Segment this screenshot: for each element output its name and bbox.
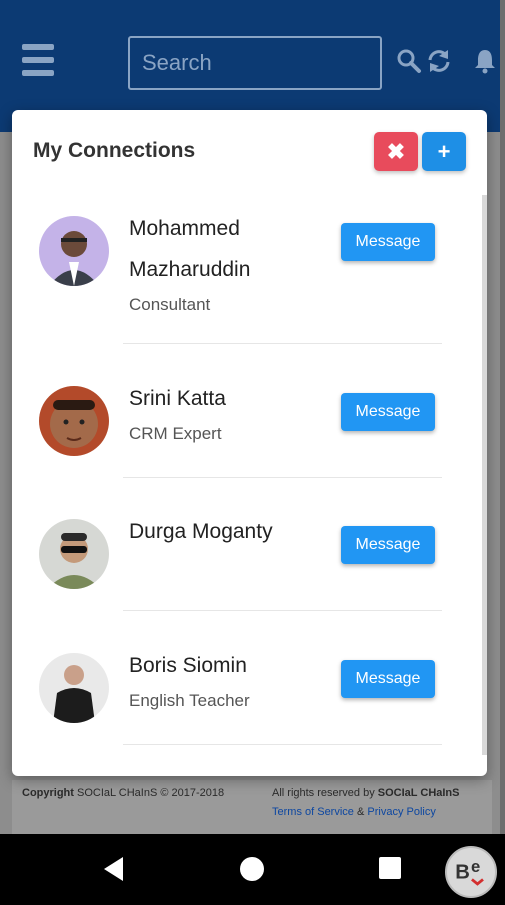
connection-name[interactable]: Boris Siomin [129,645,319,686]
search-input[interactable] [128,36,382,90]
copyright-prefix: Copyright [22,787,74,799]
divider [123,610,442,611]
avatar [39,653,109,723]
scrollbar[interactable] [482,195,487,755]
home-icon[interactable] [240,857,264,881]
watermark-logo-icon: B e [445,846,497,898]
connection-name[interactable]: Srini Katta [129,378,319,419]
rights-text: All rights reserved by SOCIaL CHaInS [272,787,460,799]
copyright-brand: SOCIaL CHaInS [77,787,158,799]
refresh-icon[interactable] [426,48,452,74]
divider [123,744,442,745]
recents-icon[interactable] [379,857,401,879]
connection-name[interactable]: Durga Moganty [129,511,319,552]
close-button[interactable]: ✖ [374,132,418,171]
add-connection-button[interactable]: + [422,132,466,171]
close-icon: ✖ [386,138,406,164]
message-button[interactable]: Message [341,393,435,431]
divider [123,343,442,344]
message-button[interactable]: Message [341,526,435,564]
avatar [39,519,109,589]
divider [123,477,442,478]
terms-link[interactable]: Terms of Service [272,806,354,818]
footer-links: Terms of Service & Privacy Policy [272,806,436,818]
search-icon[interactable] [396,48,422,74]
svg-text:e: e [471,857,480,876]
message-button[interactable]: Message [341,223,435,261]
page-edge [500,0,505,835]
hamburger-icon[interactable] [22,44,54,76]
connection-role: CRM Expert [129,424,222,443]
connections-modal: My Connections ✖ + Mohammed Mazharuddin … [12,110,487,776]
message-button[interactable]: Message [341,660,435,698]
plus-icon: + [437,138,451,164]
android-nav-bar: B e [0,834,505,905]
connection-role: Consultant [129,295,211,314]
footer-amp: & [356,806,365,818]
back-icon[interactable] [103,856,125,882]
connection-role: English Teacher [129,691,250,710]
copyright-years: © 2017-2018 [160,787,225,799]
rights-brand: SOCIaL CHaInS [377,787,460,799]
avatar [39,216,109,286]
footer: Copyright SOCIaL CHaInS © 2017-2018 All … [12,780,492,834]
privacy-link[interactable]: Privacy Policy [367,806,435,818]
avatar [39,386,109,456]
svg-text:B: B [455,861,470,883]
rights-label: All rights reserved by [272,787,375,799]
modal-title: My Connections [33,139,196,162]
connection-name[interactable]: Mohammed Mazharuddin [129,208,319,290]
bell-icon[interactable] [472,48,498,74]
copyright-text: Copyright SOCIaL CHaInS © 2017-2018 [22,787,224,799]
